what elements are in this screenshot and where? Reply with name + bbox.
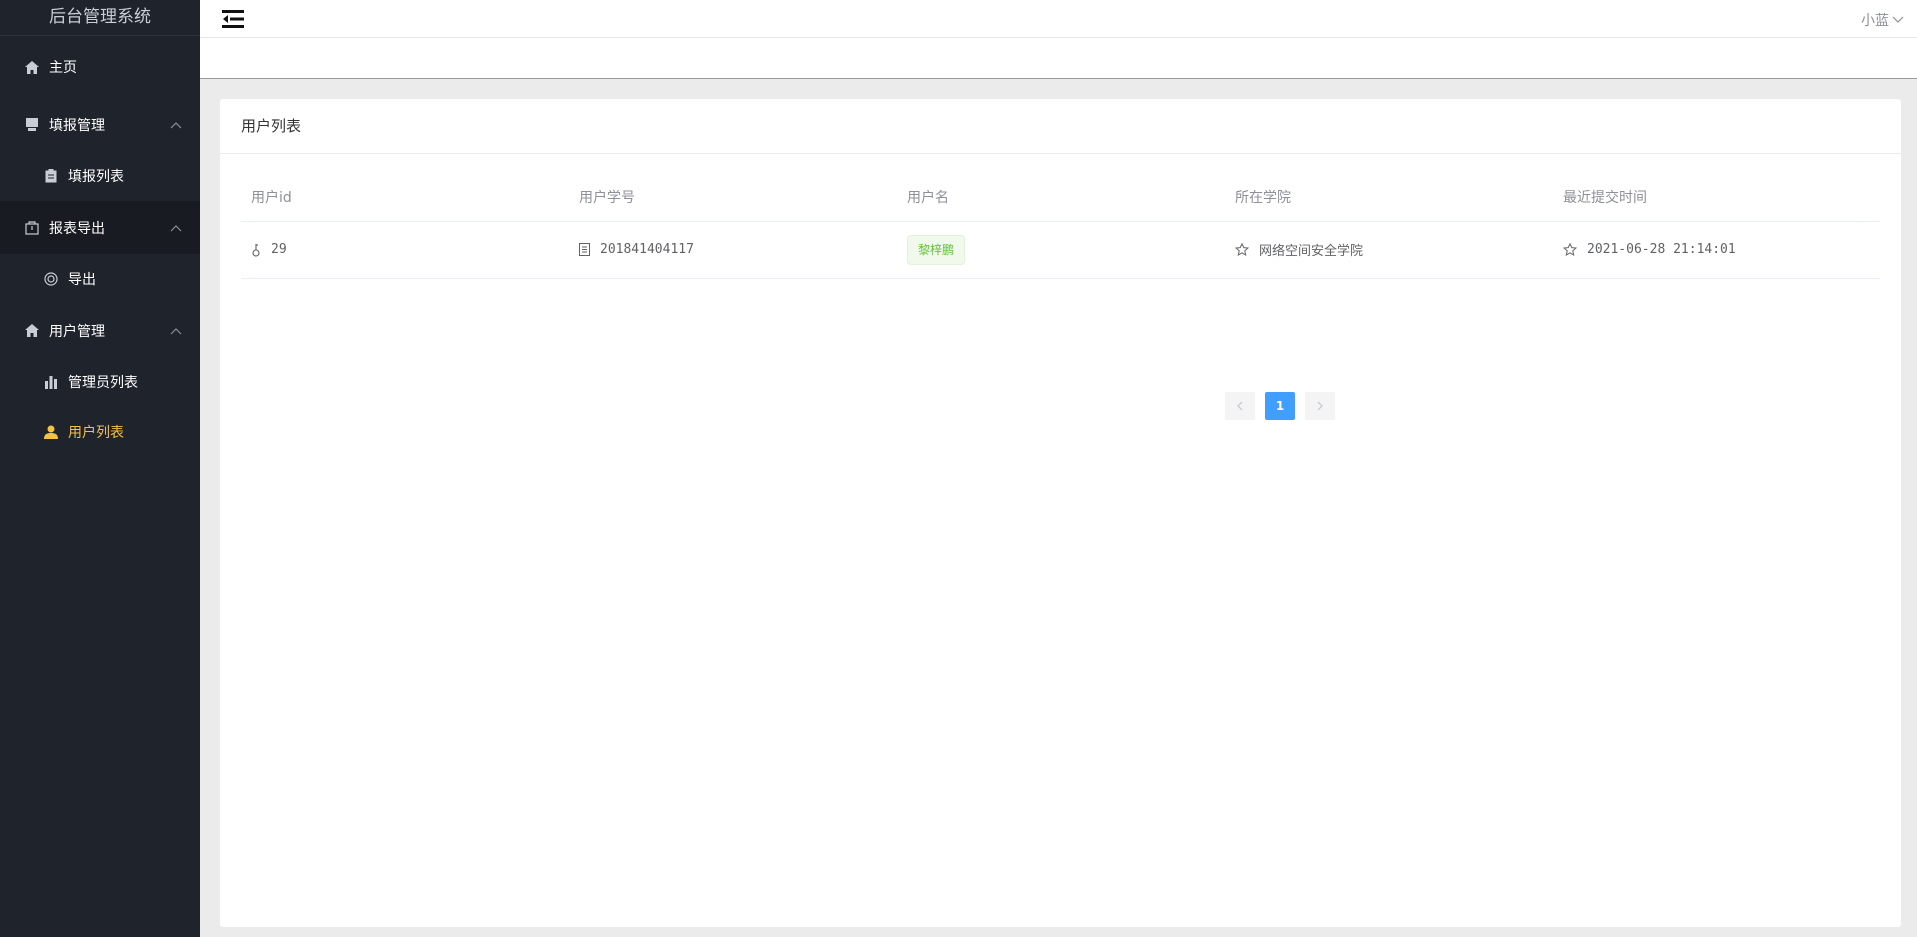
package-icon — [25, 220, 39, 235]
app-root: 后台管理系统 主页 填报管理 填报列表 报表导出 导出 用户管理 管理员列表 用… — [0, 0, 1917, 937]
sidebar-item-report-management[interactable]: 填报管理 — [0, 98, 200, 151]
chevron-up-icon — [170, 121, 182, 128]
tags-bar — [200, 38, 1917, 79]
pagination: 1 — [1225, 392, 1345, 420]
card-title: 用户列表 — [220, 99, 1901, 154]
sidebar-nav: 主页 填报管理 填报列表 报表导出 导出 用户管理 管理员列表 用户列表 — [0, 36, 200, 457]
inbox-icon — [25, 118, 39, 132]
sidebar-item-label: 用户管理 — [49, 323, 105, 340]
last-submit-value: 2021-06-28 21:14:01 — [1587, 242, 1736, 257]
sidebar-item-home[interactable]: 主页 — [0, 36, 200, 98]
sidebar-item-user-list[interactable]: 用户列表 — [0, 407, 200, 457]
column-header-id: 用户id — [241, 173, 569, 222]
column-header-college: 所在学院 — [1225, 173, 1553, 222]
prev-page-button[interactable] — [1225, 392, 1255, 420]
user-table: 用户id 用户学号 用户名 所在学院 最近提交时间 29 20184140411… — [241, 173, 1880, 279]
user-icon — [44, 425, 58, 439]
sidebar-item-label: 报表导出 — [49, 220, 105, 237]
user-id-value: 29 — [271, 242, 287, 257]
home-icon — [25, 60, 39, 74]
column-header-username: 用户名 — [897, 173, 1225, 222]
sidebar-item-label: 填报列表 — [68, 169, 124, 185]
brand-title: 后台管理系统 — [0, 0, 200, 36]
sidebar-item-label: 主页 — [49, 60, 77, 76]
page-number-current[interactable]: 1 — [1265, 392, 1295, 420]
chevron-down-icon — [1892, 16, 1904, 23]
menu-collapse-icon[interactable] — [222, 9, 244, 29]
bar-chart-icon — [44, 375, 58, 389]
cell-college: 网络空间安全学院 — [1225, 221, 1553, 279]
sidebar-item-export[interactable]: 导出 — [0, 254, 200, 304]
document-icon — [579, 243, 590, 256]
cell-student-no: 201841404117 — [569, 221, 897, 279]
sidebar-item-report-list[interactable]: 填报列表 — [0, 151, 200, 201]
username-tag: 黎梓鹏 — [907, 234, 966, 265]
column-header-last-submit: 最近提交时间 — [1553, 173, 1880, 222]
home-icon — [25, 324, 39, 338]
sidebar-item-report-export[interactable]: 报表导出 — [0, 201, 200, 254]
clipboard-icon — [44, 169, 58, 183]
college-value: 网络空间安全学院 — [1259, 244, 1364, 259]
cell-username: 黎梓鹏 — [897, 221, 1225, 279]
sidebar-item-admin-list[interactable]: 管理员列表 — [0, 357, 200, 407]
table-row: 29 201841404117 黎梓鹏 网络空间安全学院 2021-06-28 … — [241, 221, 1880, 279]
chevron-left-icon — [1237, 401, 1243, 411]
sidebar: 后台管理系统 主页 填报管理 填报列表 报表导出 导出 用户管理 管理员列表 用… — [0, 0, 200, 937]
table-header-row: 用户id 用户学号 用户名 所在学院 最近提交时间 — [241, 173, 1880, 222]
sidebar-item-label: 导出 — [68, 272, 96, 288]
sidebar-item-label: 填报管理 — [49, 117, 105, 134]
sidebar-item-label: 用户列表 — [68, 425, 124, 441]
chevron-up-icon — [170, 327, 182, 334]
top-bar: 小蓝 — [200, 0, 1917, 38]
user-name: 小蓝 — [1861, 13, 1889, 29]
user-list-card: 用户列表 用户id 用户学号 用户名 所在学院 最近提交时间 29 201841… — [220, 99, 1901, 927]
sidebar-item-label: 管理员列表 — [68, 375, 138, 391]
key-icon — [252, 243, 260, 257]
star-icon — [1235, 243, 1249, 256]
cell-last-submit: 2021-06-28 21:14:01 — [1553, 221, 1880, 279]
chevron-up-icon — [170, 224, 182, 231]
star-icon — [1563, 243, 1577, 256]
chevron-right-icon — [1317, 401, 1323, 411]
sidebar-item-user-management[interactable]: 用户管理 — [0, 304, 200, 357]
cell-id: 29 — [241, 221, 569, 279]
column-header-student-no: 用户学号 — [569, 173, 897, 222]
student-no-value: 201841404117 — [600, 242, 694, 257]
lifebuoy-icon — [44, 272, 58, 286]
user-menu[interactable]: 小蓝 — [1861, 10, 1904, 30]
next-page-button[interactable] — [1305, 392, 1335, 420]
